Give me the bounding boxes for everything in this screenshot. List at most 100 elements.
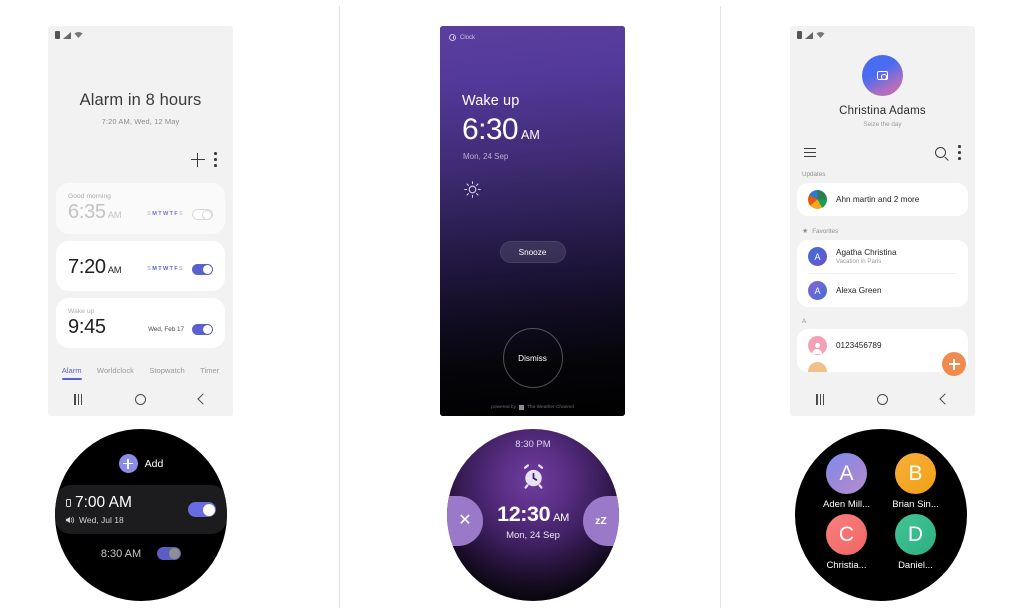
avatar: A — [826, 453, 867, 494]
next-alarm-row[interactable]: 8:30 AM — [55, 547, 227, 560]
screenshot-canvas: Alarm in 8 hours 7:20 AM, Wed, 12 May Go… — [0, 0, 1021, 614]
section-header-favorites: ★ Favorites — [790, 216, 975, 240]
system-nav-bar — [790, 382, 975, 416]
alarm-date: Wed, Feb 17 — [148, 325, 184, 333]
back-icon[interactable] — [939, 393, 951, 405]
contact-name: Christia... — [826, 560, 867, 571]
watch-alarm-card[interactable]: 7:00 AM Wed, Jul 18 — [55, 485, 227, 534]
table-row[interactable]: A Alexa Green — [797, 274, 968, 307]
alarm-time-value: 6:35 — [68, 201, 106, 223]
dismiss-button[interactable]: Dismiss — [502, 328, 563, 388]
back-icon[interactable] — [197, 393, 209, 405]
alarm-card[interactable]: 7:20 AM SMTWTFS — [56, 241, 225, 291]
avatar — [808, 336, 827, 355]
wifi-icon — [816, 31, 825, 38]
section-title: A — [802, 318, 807, 325]
alarm-card[interactable]: Wake up 9:45 Wed, Feb 17 — [56, 298, 225, 348]
list-item[interactable]: Ahn martin and 2 more — [797, 183, 968, 216]
add-alarm-button[interactable] — [190, 152, 205, 167]
phone-alarm-ringing: Clock Wake up 6:30 AM Mon, 24 Sep Snooze … — [440, 26, 625, 416]
snooze-button[interactable]: Snooze — [499, 241, 566, 263]
avatar-initial: B — [908, 461, 923, 485]
alarm-label: Wake up — [462, 93, 520, 109]
list-item[interactable]: D Daniel... — [886, 514, 945, 571]
alarm-ampm: AM — [107, 265, 122, 276]
alarm-date-value: Wed, Jul 18 — [79, 515, 124, 525]
alarm-toggle[interactable] — [192, 208, 213, 220]
alarm-ampm: AM — [553, 511, 569, 524]
alarm-time: 6:30 AM — [440, 115, 625, 145]
alarm-card[interactable]: Good morning 6:35 AM SMTWTFS — [56, 183, 225, 234]
contact-name: Daniel... — [898, 560, 933, 571]
contacts-grid: A Aden Mill... B Brian Sin... C Christia… — [795, 429, 967, 571]
recents-icon[interactable] — [74, 393, 83, 405]
wifi-icon — [74, 31, 83, 38]
list-item[interactable]: B Brian Sin... — [886, 453, 945, 510]
alarm-list: Good morning 6:35 AM SMTWTFS 7:20 AM SMT… — [48, 183, 233, 348]
alarm-time: 7:20 AM — [68, 257, 122, 277]
avatar-initial: A — [814, 251, 821, 262]
clock-icon — [449, 34, 456, 41]
signal-icon — [63, 31, 71, 39]
dismiss-button[interactable]: ✕ — [447, 496, 483, 546]
home-icon[interactable] — [135, 393, 147, 405]
avatar: D — [895, 514, 936, 555]
alarm-date: Mon, 24 Sep — [506, 529, 560, 541]
alarm-toggle[interactable] — [192, 263, 213, 275]
list-item[interactable]: A Aden Mill... — [817, 453, 876, 510]
home-icon[interactable] — [877, 393, 889, 405]
contacts-toolbar — [790, 128, 975, 160]
more-options-button[interactable] — [214, 152, 217, 167]
powered-by-label: powered by — [491, 405, 516, 410]
sun-icon — [463, 180, 625, 204]
alarm-hero: Alarm in 8 hours 7:20 AM, Wed, 12 May — [48, 43, 233, 126]
avatar[interactable] — [862, 55, 903, 96]
favorites-card: A Agatha Christina Vacation in Paris A A… — [797, 240, 968, 307]
next-alarm-time: 8:30 AM — [100, 547, 142, 560]
more-options-button[interactable] — [958, 145, 961, 160]
tab-worldclock[interactable]: Worldclock — [97, 366, 134, 375]
alarm-clock-icon — [447, 463, 619, 490]
alarm-ampm: AM — [521, 128, 540, 142]
alarm-days: SMTWTFS — [147, 211, 184, 218]
search-icon[interactable] — [935, 147, 946, 158]
add-contact-button[interactable] — [942, 352, 966, 376]
tab-alarm[interactable]: Alarm — [61, 366, 82, 380]
table-row[interactable]: 0123456789 — [797, 329, 968, 362]
current-time: 8:30 PM — [515, 439, 551, 450]
plus-icon[interactable] — [118, 454, 138, 473]
status-bar — [790, 26, 975, 43]
avatar-initial: C — [838, 522, 855, 546]
section-title: Favorites — [812, 227, 839, 235]
alarm-toggle[interactable] — [192, 323, 213, 335]
alarm-time-value: 12:30 — [497, 501, 551, 526]
alarm-controls: ✕ 12:30 AM Mon, 24 Sep zZ — [447, 496, 619, 546]
watch-contacts: A Aden Mill... B Brian Sin... C Christia… — [795, 429, 967, 601]
next-alarm-toggle[interactable] — [157, 547, 182, 560]
list-item[interactable]: C Christia... — [817, 514, 876, 571]
tab-timer[interactable]: Timer — [200, 366, 219, 375]
contact-name: Brian Sin... — [892, 499, 939, 510]
snooze-button[interactable]: zZ — [583, 496, 619, 546]
avatar: A — [808, 281, 827, 300]
tab-stopwatch[interactable]: Stopwatch — [149, 366, 184, 375]
weather-attribution: powered by The Weather Channel — [440, 405, 625, 410]
page-subtitle: 7:20 AM, Wed, 12 May — [101, 117, 180, 126]
phone-alarm-list: Alarm in 8 hours 7:20 AM, Wed, 12 May Go… — [48, 26, 233, 416]
alarm-date: Wed, Jul 18 — [66, 515, 132, 525]
avatar — [808, 362, 827, 372]
page-title: Alarm in 8 hours — [79, 91, 202, 109]
battery-icon — [797, 30, 802, 39]
add-alarm-row[interactable]: Add — [55, 454, 227, 473]
table-row[interactable]: A Agatha Christina Vacation in Paris — [797, 240, 968, 273]
status-bar — [48, 26, 233, 43]
alarm-label: Wake up — [68, 308, 95, 315]
phone-contacts: Christina Adams Seize the day Updates Ah… — [790, 26, 975, 416]
alarm-actions — [48, 126, 233, 167]
system-nav-bar — [48, 382, 233, 416]
recents-icon[interactable] — [816, 393, 825, 405]
alarm-toggle[interactable] — [188, 502, 216, 517]
contact-status: Vacation in Paris — [836, 258, 882, 266]
contact-name: Alexa Green — [836, 286, 882, 295]
hamburger-menu-icon[interactable] — [804, 148, 816, 157]
